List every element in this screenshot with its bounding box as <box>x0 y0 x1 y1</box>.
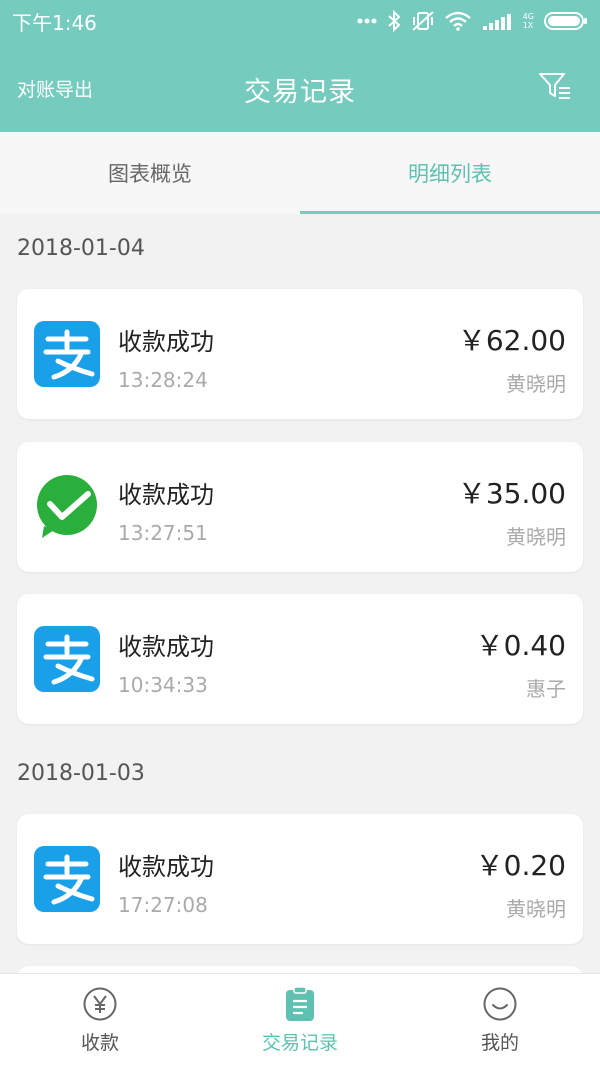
battery-icon <box>544 12 587 30</box>
vibrate-off-icon <box>412 11 434 31</box>
transaction-status: 收款成功 <box>118 481 214 509</box>
app-header: 下午1:46 4G 1X 对账导出 交易记录 <box>0 0 600 132</box>
tab-chart-overview[interactable]: 图表概览 <box>0 132 300 214</box>
transaction-amount: ￥0.40 <box>475 629 566 662</box>
bluetooth-icon <box>388 10 401 32</box>
transaction-card[interactable]: 收款成功 10:34:33 ￥0.40 惠子 <box>17 594 583 724</box>
wechat-pay-icon <box>37 475 97 538</box>
bottom-nav-label: 我的 <box>480 1032 519 1054</box>
alipay-icon <box>34 846 100 912</box>
bottom-nav-me[interactable]: 我的 <box>400 974 600 1067</box>
transaction-status: 收款成功 <box>118 633 214 661</box>
bottom-nav-label: 交易记录 <box>261 1032 338 1054</box>
transaction-list[interactable]: 2018-01-04 收款成功 13:28:24 ￥62.00 黄晓明 收款成功… <box>0 214 600 973</box>
transaction-card-partial[interactable] <box>17 966 583 973</box>
tab-bar: 图表概览 明细列表 <box>0 132 600 214</box>
transaction-card[interactable]: 收款成功 13:28:24 ￥62.00 黄晓明 <box>17 289 583 419</box>
bottom-nav: 收款 交易记录 我的 <box>0 973 600 1067</box>
status-bar: 下午1:46 4G 1X <box>0 0 600 42</box>
transaction-payer: 黄晓明 <box>506 372 566 396</box>
bottom-nav-collect[interactable]: 收款 <box>0 974 200 1067</box>
sim-label: 1X <box>522 21 534 30</box>
transaction-time: 13:27:51 <box>118 521 208 545</box>
network-type: 4G 1X <box>523 12 534 30</box>
transaction-payer: 黄晓明 <box>506 525 566 549</box>
bottom-nav-transactions[interactable]: 交易记录 <box>200 974 400 1067</box>
transaction-status: 收款成功 <box>118 853 214 881</box>
transaction-payer: 黄晓明 <box>506 897 566 921</box>
alipay-icon <box>34 626 100 692</box>
transaction-amount: ￥62.00 <box>457 324 566 357</box>
transaction-card[interactable]: 收款成功 13:27:51 ￥35.00 黄晓明 <box>17 442 583 572</box>
transaction-card[interactable]: 收款成功 17:27:08 ￥0.20 黄晓明 <box>17 814 583 944</box>
filter-icon[interactable] <box>538 70 572 102</box>
transaction-payer: 惠子 <box>526 677 566 701</box>
tab-detail-list[interactable]: 明细列表 <box>300 132 600 214</box>
transaction-amount: ￥35.00 <box>457 477 566 510</box>
alipay-icon <box>34 321 100 387</box>
date-header: 2018-01-03 <box>17 761 145 786</box>
more-dots-icon <box>357 18 377 24</box>
status-icons: 4G 1X <box>357 10 588 32</box>
transaction-status: 收款成功 <box>118 328 214 356</box>
page-title: 交易记录 <box>244 77 356 108</box>
wifi-icon <box>444 11 471 31</box>
smiley-icon <box>483 987 517 1021</box>
nav-bar: 对账导出 交易记录 <box>0 42 600 132</box>
transaction-time: 10:34:33 <box>118 673 208 697</box>
transaction-time: 13:28:24 <box>118 368 208 392</box>
transaction-time: 17:27:08 <box>118 893 208 917</box>
transaction-amount: ￥0.20 <box>475 849 566 882</box>
bottom-nav-label: 收款 <box>80 1032 119 1054</box>
clipboard-icon <box>286 986 314 1021</box>
network-label: 4G <box>522 12 534 21</box>
yuan-circle-icon <box>83 987 117 1021</box>
status-time: 下午1:46 <box>12 10 97 35</box>
signal-icon <box>482 14 511 30</box>
date-header: 2018-01-04 <box>17 236 145 261</box>
